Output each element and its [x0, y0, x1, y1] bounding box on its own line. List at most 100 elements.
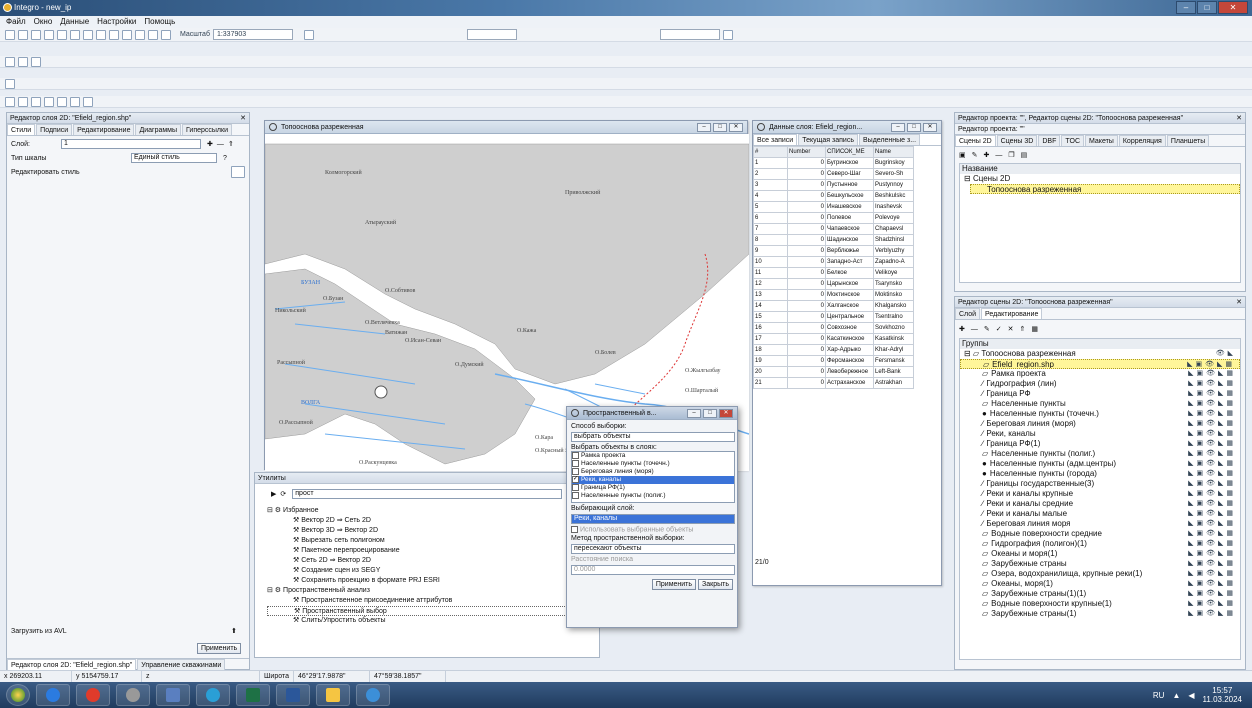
- taskbar-app-5[interactable]: [196, 684, 230, 706]
- scene-layer-item[interactable]: ∕ Гидрография (лин) ◣▣👁◣▦: [960, 379, 1240, 389]
- column-header-1[interactable]: Number: [787, 146, 826, 158]
- layer-visibility-icons[interactable]: ◣▣👁◣▦: [1188, 439, 1236, 449]
- scene-editor-tab-1[interactable]: Редактирование: [981, 308, 1043, 319]
- table-row[interactable]: 19 0 Ферсманское Fersmansk: [753, 355, 914, 367]
- use-selected-checkbox[interactable]: Использовать выбранные объекты: [571, 526, 733, 533]
- refresh-utilities-icon[interactable]: ⟳: [280, 490, 286, 498]
- layer-editor-tab-1[interactable]: Подписи: [36, 124, 73, 135]
- project-editor-tab-1[interactable]: Сцены 3D: [996, 135, 1038, 146]
- layer-visibility-icons[interactable]: ◣▣👁◣▦: [1188, 549, 1236, 559]
- refresh-icon[interactable]: [57, 29, 67, 40]
- dialog-maximize-button[interactable]: □: [703, 409, 717, 418]
- node-icon[interactable]: [18, 96, 28, 107]
- scene-editor-tab-0[interactable]: Слой: [955, 308, 981, 319]
- layer-visibility-icons[interactable]: ◣▣👁◣▦: [1188, 419, 1236, 429]
- layers-icon[interactable]: [70, 29, 80, 40]
- spatial-tool-item[interactable]: ⚒ Пространственный выбор: [267, 606, 599, 616]
- dialog-layer-item[interactable]: ✓ Реки, каналы: [572, 476, 734, 484]
- menu-item-0[interactable]: Файл: [6, 16, 26, 28]
- layer-visibility-icons[interactable]: ◣▣👁◣▦: [1188, 389, 1236, 399]
- layer-visibility-icons[interactable]: ◣▣👁◣▦: [1188, 459, 1236, 469]
- taskbar-app-1[interactable]: [36, 684, 70, 706]
- project-close-icon[interactable]: ✕: [1236, 113, 1242, 124]
- layer-visibility-icons[interactable]: ◣▣👁◣▦: [1188, 599, 1236, 609]
- rotate-icon[interactable]: [44, 96, 54, 107]
- layer-visibility-icons[interactable]: ◣▣👁◣▦: [1188, 409, 1236, 419]
- data-maximize-button[interactable]: □: [907, 123, 921, 132]
- map-maximize-button[interactable]: □: [713, 123, 727, 132]
- dialog-layer-item[interactable]: Рамка проекта: [572, 452, 734, 460]
- table-row[interactable]: 2 0 Северо-Шаг Severo-Sh: [753, 168, 914, 180]
- table-row[interactable]: 9 0 Верблюжье Verblyuzhy: [753, 245, 914, 257]
- binoculars-icon[interactable]: [96, 29, 106, 40]
- scene-layer-item[interactable]: ∕ Береговая линия (моря) ◣▣👁◣▦: [960, 419, 1240, 429]
- taskbar-app-8[interactable]: [316, 684, 350, 706]
- move-icon[interactable]: [31, 96, 41, 107]
- scene-layer-item[interactable]: ▱ Efield_region.shp ◣▣👁◣▦: [960, 359, 1240, 369]
- open-icon[interactable]: ✎: [972, 151, 978, 159]
- add-icon[interactable]: ✚: [207, 140, 213, 148]
- scene-layer-item[interactable]: ∕ Реки и каналы средние ◣▣👁◣▦: [960, 499, 1240, 509]
- scene-layer-item[interactable]: ● Населенные пункты (города) ◣▣👁◣▦: [960, 469, 1240, 479]
- taskbar-app-7[interactable]: [276, 684, 310, 706]
- dialog-minimize-button[interactable]: –: [687, 409, 701, 418]
- taskbar-app-9[interactable]: [356, 684, 390, 706]
- distance-input[interactable]: 0.0000: [571, 565, 735, 576]
- layer-checkbox[interactable]: [572, 460, 579, 467]
- scene-layer-item[interactable]: ∕ Границы государственные(3) ◣▣👁◣▦: [960, 479, 1240, 489]
- scene-root-node[interactable]: ⊟ ▱ Топооснова разреженная 👁◣: [960, 349, 1240, 359]
- map-close-button[interactable]: ✕: [729, 123, 743, 132]
- table-row[interactable]: 12 0 Царынское Tsarynsko: [753, 278, 914, 290]
- column-header-3[interactable]: Name: [873, 146, 914, 158]
- data-window-tab-0[interactable]: Все записи: [753, 134, 798, 145]
- table-row[interactable]: 16 0 Совхозное Sovkhozno: [753, 322, 914, 334]
- favorite-item[interactable]: ⚒ Вырезать сеть полигоном: [267, 536, 599, 546]
- draw-icon[interactable]: [5, 96, 15, 107]
- table-row[interactable]: 7 0 Чапаевское Chapaevsl: [753, 223, 914, 235]
- scene-layer-item[interactable]: ▱ Водные поверхности средние ◣▣👁◣▦: [960, 529, 1240, 539]
- help-icon[interactable]: ?: [223, 155, 227, 162]
- layer-visibility-icons[interactable]: ◣▣👁◣▦: [1188, 579, 1236, 589]
- minimize-button[interactable]: –: [1176, 1, 1196, 14]
- layer-visibility-icons[interactable]: ◣▣👁◣▦: [1188, 369, 1236, 379]
- chart-icon[interactable]: [148, 29, 158, 40]
- layer-visibility-icons[interactable]: ◣▣👁◣▦: [1188, 589, 1236, 599]
- table-row[interactable]: 8 0 Шадинское Shadzhinsl: [753, 234, 914, 246]
- scene-layer-item[interactable]: ▱ Океаны и моря(1) ◣▣👁◣▦: [960, 549, 1240, 559]
- layer-select[interactable]: 1: [61, 139, 201, 149]
- close-icon[interactable]: ✕: [240, 113, 246, 124]
- add-layer-icon[interactable]: ✚: [959, 325, 965, 333]
- scene-layer-item[interactable]: ▱ Гидрография (полигон)(1) ◣▣👁◣▦: [960, 539, 1240, 549]
- scene-layer-item[interactable]: ▱ Зарубежные страны(1) ◣▣👁◣▦: [960, 609, 1240, 619]
- select-icon[interactable]: [109, 29, 119, 40]
- device-icon[interactable]: [5, 78, 15, 89]
- remove-scene-icon[interactable]: —: [995, 152, 1002, 159]
- layer-visibility-icons[interactable]: ◣▣👁◣▦: [1188, 469, 1236, 479]
- favorite-item[interactable]: ⚒ Вектор 3D ⇒ Вектор 2D: [267, 526, 599, 536]
- measure-icon[interactable]: [122, 29, 132, 40]
- scene-layer-item[interactable]: ▱ Океаны, моря(1) ◣▣👁◣▦: [960, 579, 1240, 589]
- spatial-tool-item[interactable]: ⚒ Пространственное присоединение аттрибу…: [267, 596, 599, 606]
- favorite-item[interactable]: ⚒ Создание сцен из SEGY: [267, 566, 599, 576]
- map-minimize-button[interactable]: –: [697, 123, 711, 132]
- grid2-icon[interactable]: [18, 56, 28, 67]
- favorite-item[interactable]: ⚒ Пакетное перепроецирование: [267, 546, 599, 556]
- layer-checkbox[interactable]: [572, 484, 579, 491]
- add-scene-icon[interactable]: ✚: [984, 151, 990, 159]
- scene-layer-item[interactable]: ∕ Береговая линия моря ◣▣👁◣▦: [960, 519, 1240, 529]
- layer-editor-tab-4[interactable]: Гиперссылки: [182, 124, 232, 135]
- scene-node-selected[interactable]: Топооснова разреженная: [970, 184, 1240, 194]
- layer-visibility-icons[interactable]: ◣▣👁◣▦: [1188, 519, 1236, 529]
- pin-icon[interactable]: ⇑: [228, 140, 234, 148]
- split-icon[interactable]: [57, 96, 67, 107]
- favorite-item[interactable]: ⚒ Сохранить проекцию в формате PRJ ESRI: [267, 576, 599, 586]
- delete-icon[interactable]: [83, 96, 93, 107]
- toolbar-select-2[interactable]: [659, 29, 720, 40]
- table-row[interactable]: 17 0 Касаткинское Kasatkinsk: [753, 333, 914, 345]
- scene-close-icon[interactable]: ✕: [1236, 297, 1242, 308]
- pan-icon[interactable]: [44, 29, 54, 40]
- table-row[interactable]: 1 0 Бугринское Bugrinskoy: [753, 157, 914, 169]
- remove-icon[interactable]: —: [217, 141, 224, 148]
- settings-icon[interactable]: [161, 29, 171, 40]
- method-select[interactable]: выбрать объекты: [571, 432, 735, 442]
